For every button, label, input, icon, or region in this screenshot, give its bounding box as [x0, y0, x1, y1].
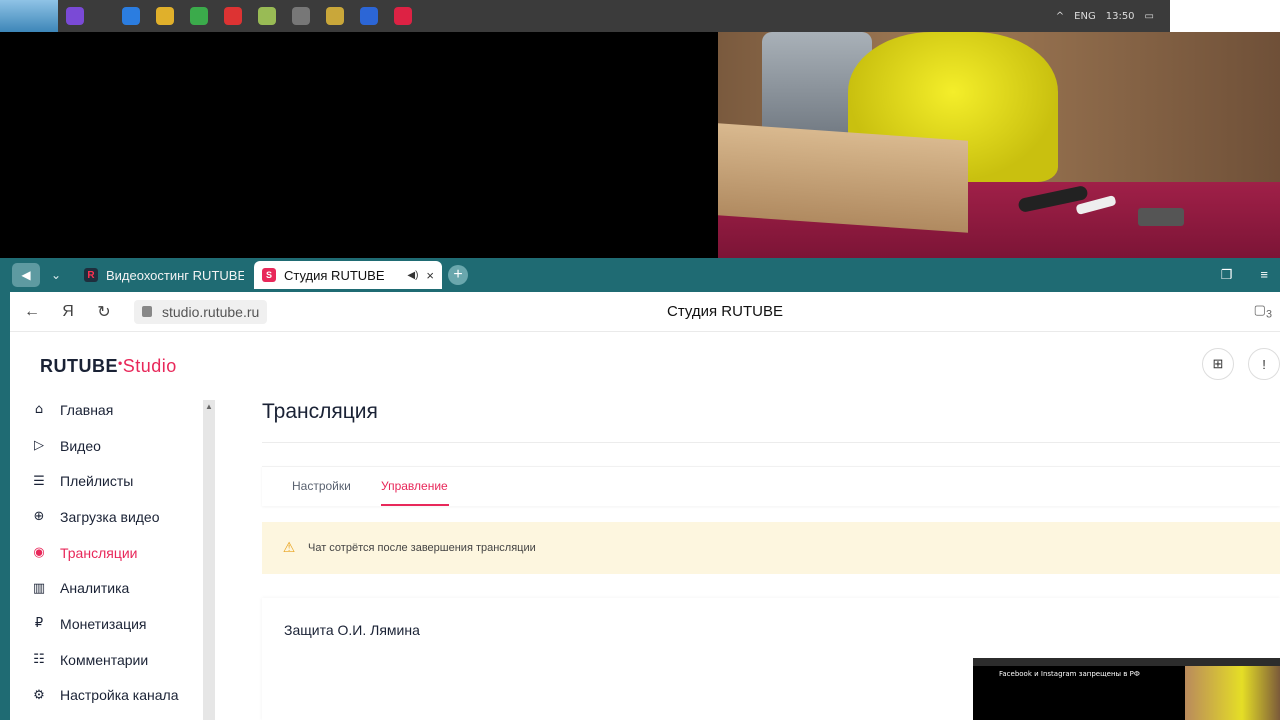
warning-icon: ⚠: [282, 540, 296, 556]
browser-tab-active[interactable]: S Студия RUTUBE ◀) ×: [254, 261, 442, 289]
sidebar-item[interactable]: ◉ Трансляции: [28, 535, 208, 571]
home-icon: ⌂: [34, 402, 44, 418]
video-preview: [718, 32, 1280, 258]
active-tab-underline: [381, 504, 449, 506]
browser-tab[interactable]: R Видеохостинг RUTUBE. С: [76, 261, 244, 289]
system-tray: ^ ENG 13:50 ▭: [1056, 11, 1170, 22]
sidebar-item-label: Монетизация: [60, 615, 147, 632]
pip-taskbar: [973, 658, 1280, 666]
edge-icon[interactable]: [122, 7, 140, 25]
sidebar-item-label: Видео: [60, 437, 101, 454]
start-button[interactable]: [0, 0, 58, 32]
tray-lang[interactable]: ENG: [1074, 11, 1096, 22]
tray-time[interactable]: 13:50: [1106, 11, 1135, 22]
logo-brand: RUTUBE: [40, 356, 118, 376]
sidebar-item-label: Загрузка видео: [60, 508, 160, 525]
sidebar-item-label: Главная: [60, 401, 114, 418]
sidebar-item-label: Трансляции: [60, 544, 138, 561]
chrome-icon[interactable]: [190, 7, 208, 25]
browser-tabbar: ◀ ⌄ R Видеохостинг RUTUBE. С S Студия RU…: [0, 258, 1280, 292]
add-button[interactable]: ⊞: [1202, 348, 1234, 380]
sidebar-scrollbar[interactable]: ▲: [203, 400, 215, 720]
page-title: Студия RUTUBE: [667, 303, 783, 320]
pip-preview[interactable]: Facebook и Instagram запрещены в РФ: [973, 658, 1280, 720]
video-podium: [718, 123, 968, 233]
tab-management[interactable]: Управление: [381, 479, 448, 493]
screen: ^ ENG 13:50 ▭ ◀ ⌄ R Видеохостинг RUTUBE.…: [0, 0, 1280, 720]
folder-icon[interactable]: [156, 7, 174, 25]
notification-button[interactable]: !: [1248, 348, 1280, 380]
audio-icon[interactable]: ◀): [407, 270, 418, 281]
yandex-icon[interactable]: [394, 7, 412, 25]
tabs-icon[interactable]: ❐: [1221, 267, 1233, 283]
sidebar-item[interactable]: ▷ Видео: [28, 428, 208, 464]
playlist-icon: ☰: [33, 473, 45, 489]
tab-title: Студия RUTUBE: [284, 267, 385, 283]
header-actions: ⊞ !: [1202, 348, 1280, 380]
browser-frame: [0, 292, 10, 720]
tab-title: Видеохостинг RUTUBE. С: [106, 267, 244, 283]
section-title: Трансляция: [262, 400, 378, 423]
app-icon[interactable]: [360, 7, 378, 25]
pip-text: Facebook и Instagram запрещены в РФ: [999, 670, 1140, 678]
sidebar-item-label: Плейлисты: [60, 473, 134, 490]
tabbar-controls: ❐ ≡: [1221, 267, 1280, 283]
chevron-down-icon[interactable]: ⌄: [46, 263, 66, 287]
sidebar-item[interactable]: ⊕ Загрузка видео: [28, 499, 208, 535]
chat-notice: ⚠ Чат сотрётся после завершения трансляц…: [262, 522, 1280, 574]
sidebar: RUTUBE•Studio ⌂ Главная ▷ Видео ☰ Плейлисты ⊕ З…: [10, 332, 220, 720]
sidebar-item[interactable]: ☰ Плейлисты: [28, 463, 208, 499]
sidebar-item[interactable]: ⌂ Главная: [28, 392, 208, 428]
notification-icon[interactable]: ▭: [1145, 11, 1154, 22]
broadcast-icon: ◉: [33, 545, 45, 561]
tab-settings[interactable]: Настройки: [292, 479, 351, 493]
gear-icon: ⚙: [33, 687, 45, 703]
sound-icon[interactable]: ◀: [12, 263, 40, 287]
analytics-icon: ▥: [32, 580, 46, 596]
remote-blank: [1170, 0, 1280, 32]
sidebar-nav: ⌂ Главная ▷ Видео ☰ Плейлисты ⊕ Загрузка видео ◉…: [28, 392, 208, 713]
scroll-up-icon[interactable]: ▲: [205, 402, 213, 411]
sidebar-item[interactable]: ☷ Комментарии: [28, 642, 208, 678]
app-icon[interactable]: [326, 7, 344, 25]
video-object: [1138, 208, 1184, 226]
video-icon: ▷: [34, 438, 44, 454]
comment-icon: ☷: [33, 652, 45, 668]
sidebar-item[interactable]: ▥ Аналитика: [28, 570, 208, 606]
rutube-favicon-icon: R: [84, 268, 98, 282]
address-bar: ← Я ↻ studio.rutube.ru Студия RUTUBE ▢3: [10, 292, 1280, 332]
app-icon[interactable]: [258, 7, 276, 25]
stream-name: Защита О.И. Лямина: [284, 622, 420, 638]
sidebar-item-label: Аналитика: [60, 580, 130, 597]
sidebar-item[interactable]: ⚙ Настройка канала: [28, 678, 208, 714]
counter-badge[interactable]: ▢3: [1254, 302, 1272, 321]
close-icon[interactable]: ×: [426, 268, 434, 283]
new-tab-button[interactable]: +: [448, 265, 468, 285]
sidebar-item-label: Настройка канала: [60, 687, 179, 704]
studio-favicon-icon: S: [262, 268, 276, 282]
sidebar-item-label: Комментарии: [60, 651, 149, 668]
logo-product: Studio: [122, 356, 177, 376]
tabs-card: Настройки Управление: [262, 466, 1280, 506]
sidebar-item[interactable]: ₽ Монетизация: [28, 606, 208, 642]
upload-icon: ⊕: [33, 509, 45, 525]
ruble-icon: ₽: [34, 616, 44, 632]
notice-text: Чат сотрётся после завершения трансляции: [308, 542, 536, 554]
app-icon[interactable]: [292, 7, 310, 25]
app-icon[interactable]: [66, 7, 84, 25]
video-black-area: [0, 32, 718, 258]
tray-chevron-icon[interactable]: ^: [1056, 11, 1064, 22]
app-icon[interactable]: [224, 7, 242, 25]
logo[interactable]: RUTUBE•Studio: [40, 356, 177, 377]
remote-taskbar: ^ ENG 13:50 ▭: [0, 0, 1170, 32]
pip-image: [1185, 666, 1280, 720]
menu-icon[interactable]: ≡: [1260, 267, 1268, 283]
divider: [262, 442, 1280, 443]
